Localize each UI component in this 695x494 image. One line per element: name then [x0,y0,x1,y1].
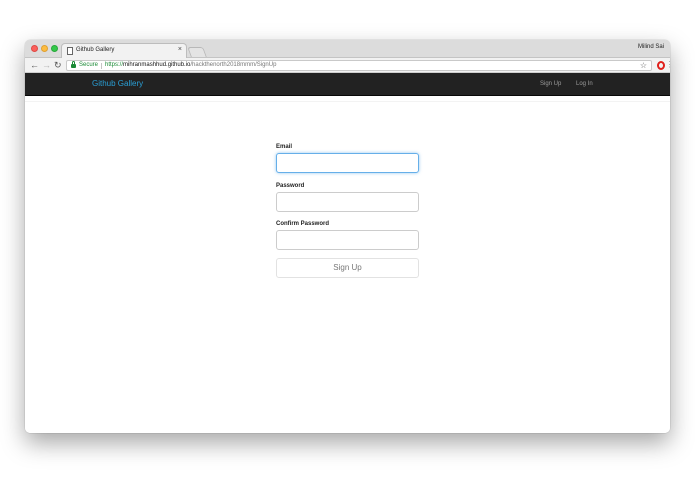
document-icon [67,47,73,55]
nav-log-in-link[interactable]: Log In [576,81,593,87]
url-scheme: https:// [105,62,124,68]
close-window-button[interactable] [31,45,38,52]
browser-window: Github Gallery × Milind Sai ← → ↻ Secure… [25,40,670,433]
tab-title: Github Gallery [76,47,115,53]
navbar-divider [25,96,670,102]
url-text[interactable]: https://mihranmashhud.github.io/hackthen… [105,62,276,68]
minimize-window-button[interactable] [41,45,48,52]
menu-icon[interactable]: ⋮ [666,59,670,71]
brand-link[interactable]: Github Gallery [92,79,143,88]
secure-label: Secure [79,62,99,68]
new-tab-button[interactable] [187,47,207,57]
address-bar[interactable]: Secure https://mihranmashhud.github.io/h… [66,60,652,71]
opera-icon[interactable] [657,61,665,70]
browser-tab[interactable]: Github Gallery × [61,43,187,59]
tab-close-icon[interactable]: × [178,46,182,54]
email-field[interactable] [276,153,419,173]
address-separator [101,63,102,69]
nav-sign-up-link[interactable]: Sign Up [540,81,561,87]
sign-up-button[interactable]: Sign Up [276,258,419,278]
site-navbar: Github Gallery Sign Up Log In [25,73,670,96]
maximize-window-button[interactable] [51,45,58,52]
password-label: Password [276,183,305,189]
url-path: /hackthenorth2018mmm/SignUp [190,62,277,68]
url-host: mihranmashhud.github.io [123,62,191,68]
confirm-password-field[interactable] [276,230,419,250]
profile-name[interactable]: Milind Sai [638,44,664,50]
confirm-password-label: Confirm Password [276,221,330,227]
back-arrow-icon[interactable]: ← [30,59,39,71]
password-field[interactable] [276,192,419,212]
forward-arrow-icon[interactable]: → [42,59,51,71]
page-viewport: Github Gallery Sign Up Log In Email Pass… [25,73,670,433]
reload-icon[interactable]: ↻ [54,59,62,71]
email-label: Email [276,144,293,150]
lock-icon [71,61,76,68]
star-icon[interactable]: ☆ [640,61,647,70]
title-bar: Github Gallery × Milind Sai [25,40,670,59]
browser-toolbar: ← → ↻ Secure https://mihranmashhud.githu… [25,58,670,73]
